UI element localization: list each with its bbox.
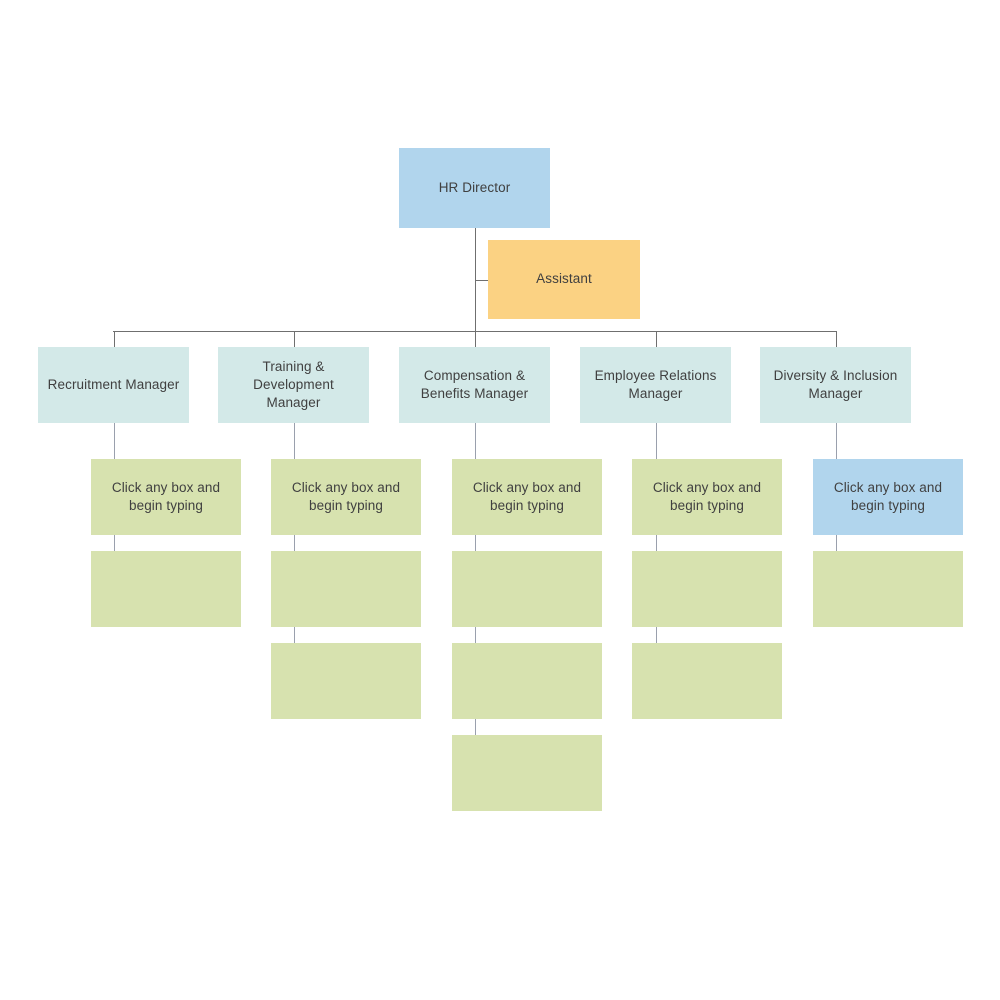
node-leaf-2-0-label: Click any box and begin typing (472, 479, 582, 513)
node-manager-3-label: Employee Relations Manager (594, 367, 717, 401)
node-hr-director-label: HR Director (438, 179, 511, 195)
node-leaf-4-0[interactable]: Click any box and begin typing (813, 459, 963, 535)
node-leaf-3-0-label: Click any box and begin typing (652, 479, 762, 513)
node-assistant-label: Assistant (536, 271, 592, 287)
node-leaf-3-2[interactable] (632, 643, 782, 719)
node-leaf-2-2[interactable] (452, 643, 602, 719)
node-leaf-1-0[interactable]: Click any box and begin typing (271, 459, 421, 535)
connector-vertical (836, 331, 837, 347)
connector-vertical (475, 331, 476, 347)
connector-vertical (294, 331, 295, 347)
node-leaf-1-1[interactable] (271, 551, 421, 627)
node-leaf-0-1[interactable] (91, 551, 241, 627)
node-manager-1[interactable]: Training & Development Manager (218, 347, 369, 423)
node-leaf-3-1[interactable] (632, 551, 782, 627)
node-manager-2[interactable]: Compensation & Benefits Manager (399, 347, 550, 423)
node-manager-4[interactable]: Diversity & Inclusion Manager (760, 347, 911, 423)
node-leaf-2-1[interactable] (452, 551, 602, 627)
node-leaf-1-2[interactable] (271, 643, 421, 719)
node-leaf-0-0[interactable]: Click any box and begin typing (91, 459, 241, 535)
node-leaf-3-0[interactable]: Click any box and begin typing (632, 459, 782, 535)
node-manager-2-label: Compensation & Benefits Manager (420, 367, 529, 401)
connector-horizontal (475, 280, 488, 281)
node-manager-4-label: Diversity & Inclusion Manager (773, 367, 898, 401)
org-chart-canvas: HR Director Assistant Recruitment Manager C… (0, 0, 1000, 1000)
node-leaf-2-3[interactable] (452, 735, 602, 811)
connector-vertical (114, 331, 115, 347)
node-manager-1-label: Training & Development Manager (253, 358, 334, 411)
node-manager-0[interactable]: Recruitment Manager (38, 347, 189, 423)
node-leaf-4-0-label: Click any box and begin typing (833, 479, 943, 513)
node-hr-director[interactable]: HR Director (399, 148, 550, 228)
node-leaf-2-0[interactable]: Click any box and begin typing (452, 459, 602, 535)
node-assistant[interactable]: Assistant (488, 240, 640, 319)
node-leaf-4-1[interactable] (813, 551, 963, 627)
node-leaf-1-0-label: Click any box and begin typing (291, 479, 401, 513)
node-leaf-0-0-label: Click any box and begin typing (111, 479, 221, 513)
connector-vertical (656, 331, 657, 347)
node-manager-0-label: Recruitment Manager (47, 376, 180, 392)
node-manager-3[interactable]: Employee Relations Manager (580, 347, 731, 423)
